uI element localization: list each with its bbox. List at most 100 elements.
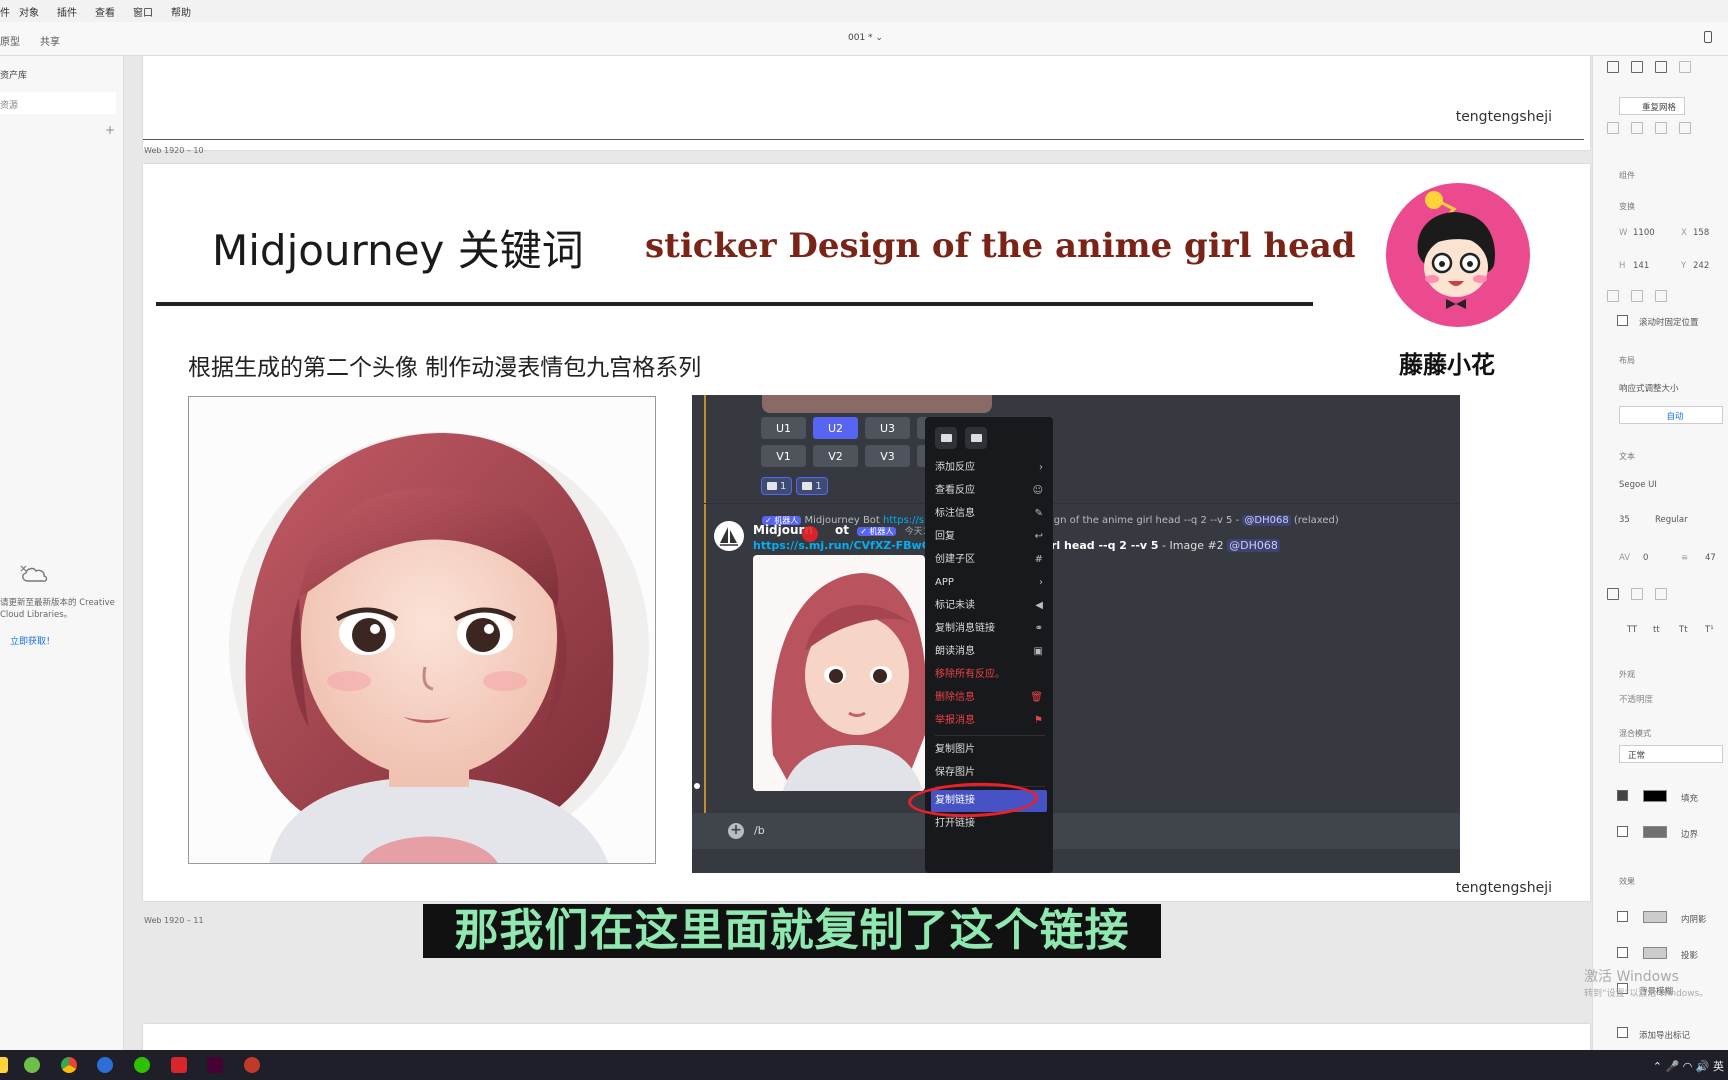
quick-react-envelope[interactable]	[935, 427, 957, 449]
align-left-icon[interactable]	[1607, 588, 1619, 600]
width-value[interactable]: 1100	[1633, 228, 1655, 238]
lowercase-button[interactable]: tt	[1653, 625, 1660, 635]
menu-remove-all-reactions[interactable]: 移除所有反应。	[935, 664, 1047, 686]
fill-checkbox[interactable]	[1617, 790, 1628, 801]
tab-share[interactable]: 共享	[40, 33, 60, 48]
blend-mode-select[interactable]: 正常	[1619, 745, 1723, 763]
system-tray[interactable]: ⌃ 🎤 ◠ 🔊 英	[1653, 1058, 1724, 1074]
drop-shadow-swatch[interactable]	[1643, 947, 1667, 959]
char-spacing-input[interactable]: 0	[1643, 553, 1648, 563]
align-top-icon[interactable]	[1607, 61, 1619, 73]
variation-v1-button[interactable]: V1	[761, 445, 806, 467]
menu-plugins[interactable]: 插件	[48, 4, 86, 19]
upscale-u1-button[interactable]: U1	[761, 417, 806, 439]
design-canvas[interactable]: tengtengsheji Web 1920 – 10 Midjourney 关…	[124, 56, 1592, 1050]
export-mark-checkbox[interactable]	[1617, 1027, 1628, 1038]
bot-avatar[interactable]	[714, 521, 744, 551]
inner-shadow-swatch[interactable]	[1643, 911, 1667, 923]
flip-horizontal-icon[interactable]	[1607, 290, 1619, 302]
boolean-subtract-icon[interactable]	[1631, 122, 1643, 134]
menu-view-reactions[interactable]: 查看反应 ☺	[935, 480, 1047, 502]
artboard-top[interactable]: tengtengsheji	[143, 56, 1590, 150]
boolean-intersect-icon[interactable]	[1655, 122, 1667, 134]
fix-scroll-checkbox[interactable]	[1617, 315, 1628, 326]
menu-help[interactable]: 帮助	[162, 4, 200, 19]
align-center-icon[interactable]	[1631, 588, 1643, 600]
app-green-icon[interactable]	[24, 1057, 40, 1073]
drop-shadow-checkbox[interactable]	[1617, 947, 1628, 958]
reaction-envelope-2[interactable]: 1	[796, 477, 828, 495]
input-language[interactable]: 英	[1713, 1060, 1724, 1073]
menu-save-image[interactable]: 保存图片	[935, 762, 1047, 784]
microphone-icon[interactable]: 🎤	[1665, 1060, 1679, 1073]
document-title[interactable]: 001 * ⌄	[848, 33, 883, 43]
menu-reply[interactable]: 回复 ↩	[935, 526, 1047, 548]
auto-resize-toggle[interactable]: 自动	[1619, 406, 1723, 424]
artboard-label-11[interactable]: Web 1920 – 11	[144, 916, 204, 925]
font-family-select[interactable]: Segoe UI	[1619, 480, 1657, 490]
quick-react-inbox[interactable]	[965, 427, 987, 449]
menu-view[interactable]: 查看	[86, 4, 124, 19]
message-composer[interactable]: + /b	[692, 813, 1460, 849]
variation-v2-button[interactable]: V2	[813, 445, 858, 467]
get-now-link[interactable]: 立即获取！	[10, 634, 55, 647]
menu-report-message[interactable]: 举报消息 ⚑	[935, 710, 1047, 732]
superscript-button[interactable]: T¹	[1705, 625, 1714, 635]
network-icon[interactable]: ◠	[1683, 1060, 1693, 1073]
composer-text[interactable]: /b	[754, 824, 765, 837]
app-blue-icon[interactable]	[97, 1057, 113, 1073]
menu-copy-image[interactable]: 复制图片	[935, 739, 1047, 761]
user-mention[interactable]: @DH068	[1242, 515, 1291, 526]
bot-username[interactable]: Midjournot ✓ 机器人 今天18:33	[753, 523, 949, 537]
menu-mark-unread[interactable]: 标记未读 ◀	[935, 595, 1047, 617]
fill-swatch[interactable]	[1643, 790, 1667, 802]
align-right-icon[interactable]	[1655, 588, 1667, 600]
file-explorer-icon[interactable]	[0, 1057, 8, 1073]
generated-image[interactable]	[753, 555, 925, 791]
wechat-icon[interactable]	[134, 1057, 150, 1073]
boolean-add-icon[interactable]	[1607, 122, 1619, 134]
inner-shadow-checkbox[interactable]	[1617, 911, 1628, 922]
add-library-button[interactable]: +	[105, 123, 115, 137]
border-swatch[interactable]	[1643, 826, 1667, 838]
screen-recorder-icon[interactable]	[244, 1057, 260, 1073]
variation-v3-button[interactable]: V3	[865, 445, 910, 467]
font-weight-select[interactable]: Regular	[1655, 515, 1688, 525]
boolean-exclude-icon[interactable]	[1679, 122, 1691, 134]
align-bottom-icon[interactable]	[1655, 61, 1667, 73]
chrome-icon[interactable]	[61, 1057, 77, 1073]
volume-icon[interactable]: 🔊	[1696, 1060, 1710, 1073]
artboard-bottom[interactable]	[143, 1024, 1590, 1050]
flip-vertical-icon[interactable]	[1631, 290, 1643, 302]
repeat-grid-button[interactable]: 重复网格	[1619, 97, 1685, 115]
menu-delete-message[interactable]: 删除信息 🗑	[935, 687, 1047, 709]
artboard-main[interactable]: Midjourney 关键词 sticker Design of the ani…	[143, 164, 1590, 901]
y-value[interactable]: 242	[1693, 261, 1709, 271]
reaction-envelope[interactable]: 1	[761, 477, 793, 495]
line-spacing-input[interactable]: 47	[1705, 553, 1716, 563]
user-mention[interactable]: @DH068	[1227, 539, 1280, 552]
device-preview-icon[interactable]	[1704, 31, 1712, 43]
x-value[interactable]: 158	[1693, 228, 1709, 238]
upscale-u3-button[interactable]: U3	[865, 417, 910, 439]
tray-chevron-icon[interactable]: ⌃	[1653, 1060, 1662, 1073]
menu-add-reaction[interactable]: 添加反应 ›	[935, 457, 1047, 479]
menu-copy-message-link[interactable]: 复制消息链接 ⚭	[935, 618, 1047, 640]
rotate-icon[interactable]	[1655, 290, 1667, 302]
tab-prototype[interactable]: 原型	[0, 33, 20, 48]
upscale-u2-button[interactable]: U2	[813, 417, 858, 439]
image-link[interactable]: https://s.mj.run/CVfXZ-FBwQ4	[753, 539, 939, 552]
titlecase-button[interactable]: Tt	[1679, 625, 1688, 635]
align-middle-icon[interactable]	[1631, 61, 1643, 73]
wps-icon[interactable]	[171, 1057, 187, 1073]
menu-window[interactable]: 窗口	[124, 4, 162, 19]
menu-apps[interactable]: APP ›	[935, 572, 1047, 594]
menu-object[interactable]: 对象	[10, 4, 48, 19]
adobe-xd-icon[interactable]	[207, 1057, 223, 1073]
distribute-icon[interactable]	[1679, 61, 1691, 73]
height-value[interactable]: 141	[1633, 261, 1649, 271]
artboard-label-10[interactable]: Web 1920 – 10	[144, 146, 204, 155]
menu-speak-message[interactable]: 朗读消息 ▣	[935, 641, 1047, 663]
uppercase-button[interactable]: TT	[1627, 625, 1637, 635]
attach-plus-icon[interactable]: +	[728, 823, 744, 839]
